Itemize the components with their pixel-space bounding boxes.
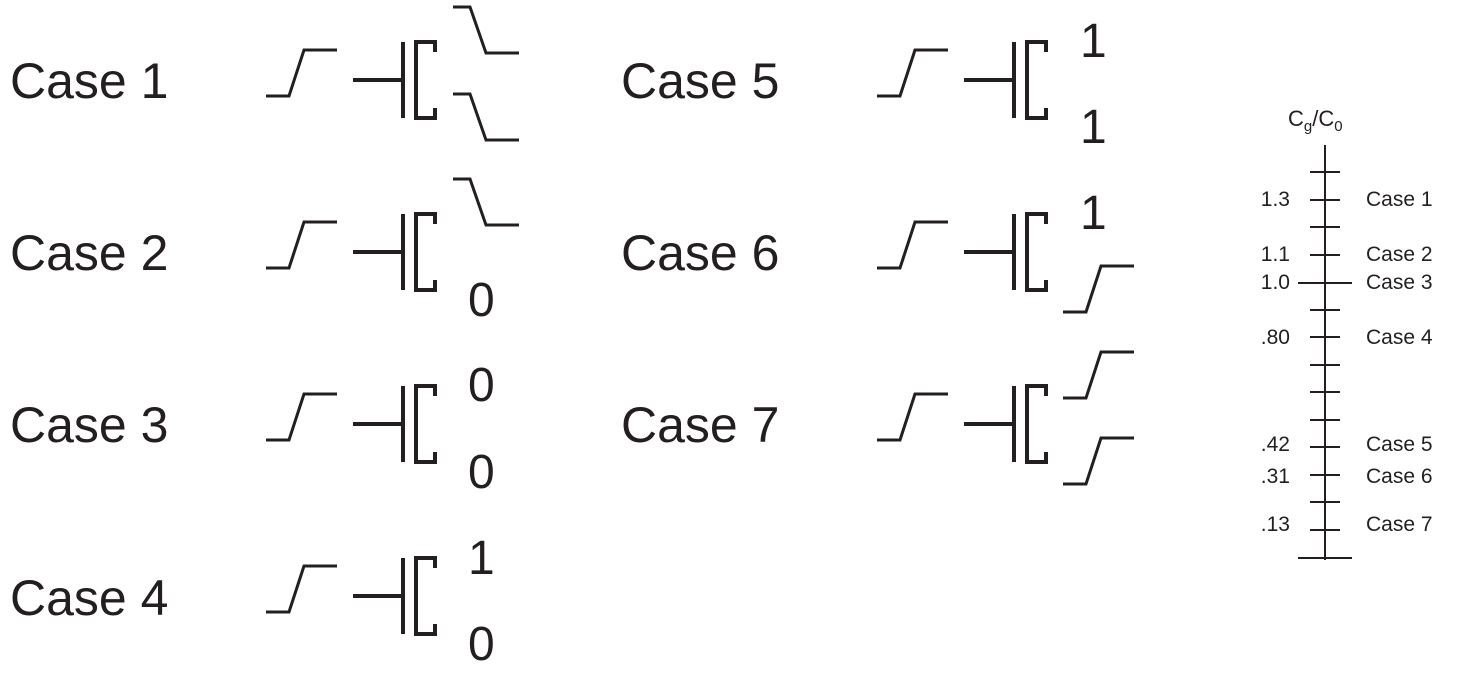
- scale-value-case-4: .80: [1260, 326, 1290, 349]
- scale-case-5: Case 5: [1366, 433, 1433, 456]
- scale-case-4: Case 4: [1366, 326, 1433, 349]
- scale-case-1: Case 1: [1366, 188, 1433, 211]
- case-5-label: Case 5: [621, 53, 780, 109]
- case-6-label: Case 6: [621, 225, 780, 281]
- scale-case-6: Case 6: [1366, 465, 1433, 488]
- case-3-drain-value: 0: [468, 359, 495, 412]
- case-1-diagram: [264, 5, 521, 142]
- case-4-diagram: [264, 554, 439, 638]
- case-5-drain-value: 1: [1080, 15, 1107, 68]
- case-4-source-value: 0: [468, 618, 495, 671]
- scale-value-case-2: 1.1: [1260, 243, 1290, 266]
- case-3-label: Case 3: [10, 397, 169, 453]
- case-4-label: Case 4: [10, 570, 169, 626]
- scale-axis: [1298, 145, 1352, 560]
- case-4-drain-value: 1: [468, 532, 495, 585]
- scale-title: Cg/C0: [1288, 106, 1343, 135]
- scale-value-case-3: 1.0: [1260, 271, 1290, 294]
- case-3-diagram: [264, 382, 439, 466]
- case-5-diagram: [875, 38, 1050, 122]
- case-2-label: Case 2: [10, 225, 169, 281]
- scale-case-7: Case 7: [1366, 513, 1433, 536]
- case-7-label: Case 7: [621, 397, 780, 453]
- scale-value-case-1: 1.3: [1260, 188, 1290, 211]
- case-6-drain-value: 1: [1080, 187, 1107, 240]
- case-2-source-value: 0: [468, 274, 495, 327]
- case-7-diagram: [875, 350, 1136, 486]
- scale-value-case-6: .31: [1260, 465, 1290, 488]
- case-5-source-value: 1: [1080, 101, 1107, 154]
- scale-case-2: Case 2: [1366, 243, 1433, 266]
- scale-value-case-5: .42: [1260, 433, 1290, 456]
- case-3-source-value: 0: [468, 446, 495, 499]
- scale-case-3: Case 3: [1366, 271, 1433, 294]
- case-1-label: Case 1: [10, 53, 169, 109]
- scale-value-case-7: .13: [1260, 513, 1290, 536]
